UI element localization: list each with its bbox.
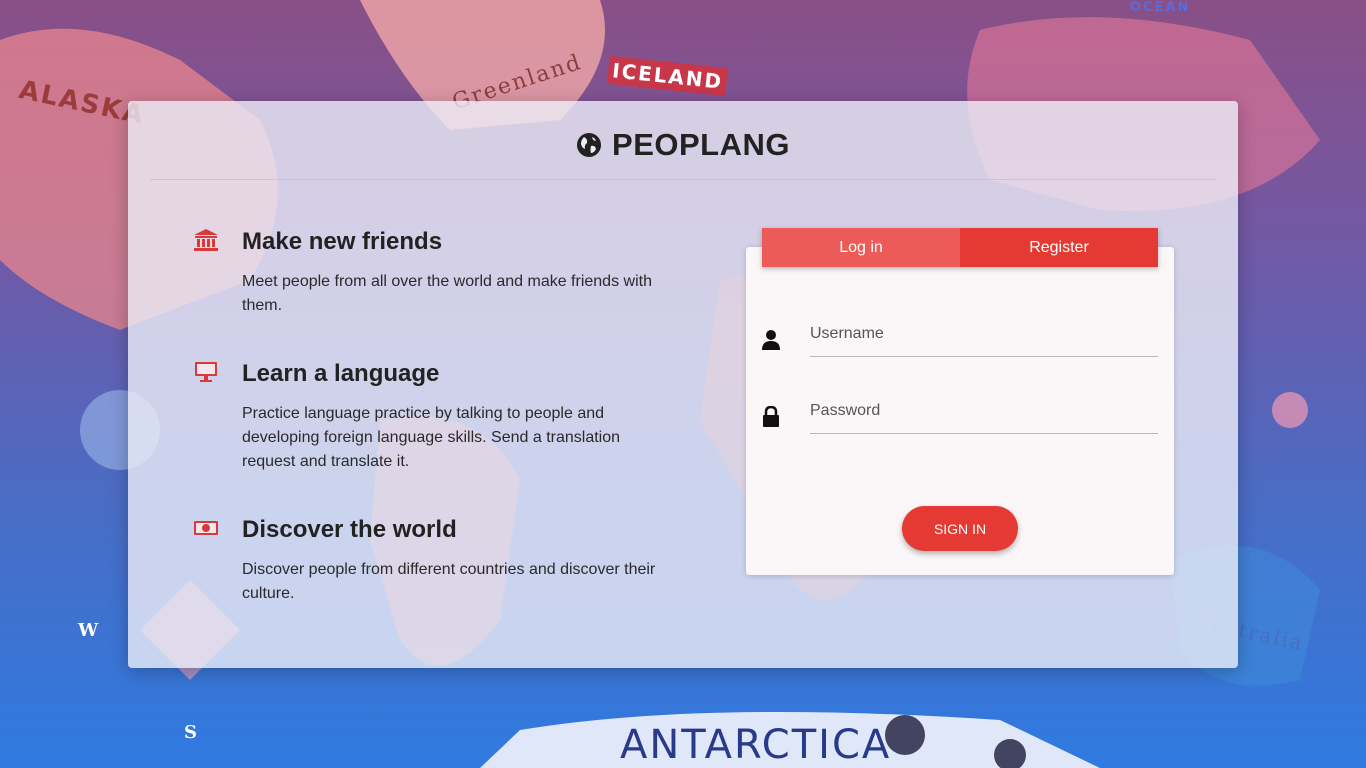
header-divider (150, 179, 1216, 180)
password-field (762, 384, 1158, 434)
username-field (762, 307, 1158, 357)
money-icon (192, 516, 220, 540)
map-label-antarctica: ANTARCTICA (620, 722, 892, 768)
feature-title: Discover the world (242, 516, 457, 543)
welcome-card: PEOPLANG Make new friends Meet people fr… (128, 101, 1238, 668)
password-input[interactable] (810, 384, 1158, 434)
brand-header: PEOPLANG (128, 127, 1238, 163)
bank-icon (192, 228, 220, 252)
compass-s-label: S (184, 722, 199, 743)
tab-register[interactable]: Register (960, 228, 1158, 267)
tab-login[interactable]: Log in (762, 228, 960, 267)
map-label-ocean: OCEAN (1130, 0, 1191, 15)
auth-tabs: Log in Register (762, 228, 1158, 267)
feature-title: Learn a language (242, 360, 440, 387)
compass-w-label: W (78, 620, 101, 641)
user-icon (762, 329, 780, 351)
lock-icon (762, 405, 780, 428)
sign-in-button[interactable]: SIGN IN (902, 506, 1018, 551)
feature-text: Practice language practice by talking to… (242, 405, 621, 470)
monitor-icon (192, 360, 220, 384)
feature-title: Make new friends (242, 228, 443, 255)
globe-icon (576, 132, 602, 158)
app-title: PEOPLANG (612, 127, 790, 162)
username-input[interactable] (810, 307, 1158, 357)
feature-text: Discover people from different countries… (242, 561, 656, 602)
feature-text: Meet people from all over the world and … (242, 273, 652, 314)
